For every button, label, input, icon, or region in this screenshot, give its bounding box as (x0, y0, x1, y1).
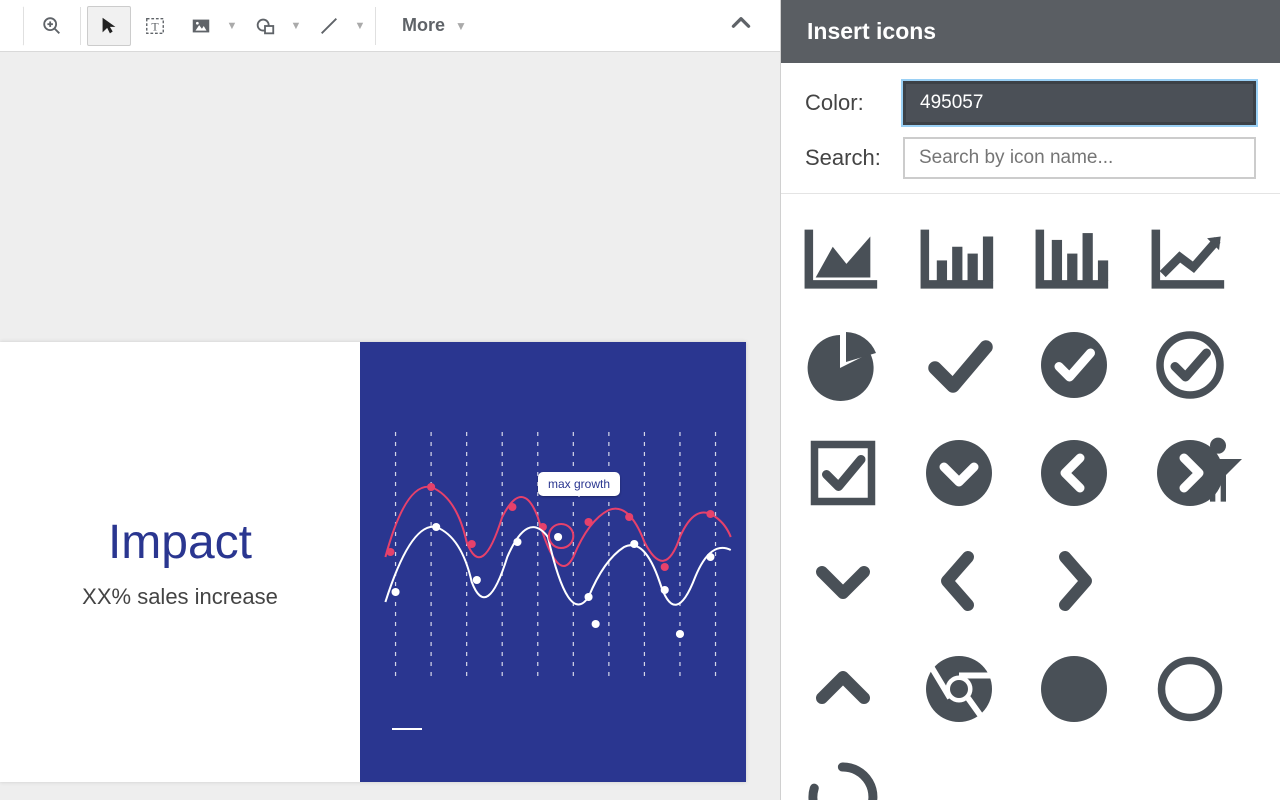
toolbar: T ▼ ▼ ▼ M (0, 0, 780, 52)
select-tool-button[interactable] (87, 6, 131, 46)
chevron-left-circle-icon[interactable] (1030, 438, 1118, 508)
line-tool-button[interactable] (307, 6, 351, 46)
canvas-area[interactable]: Impact XX% sales increase (0, 52, 780, 800)
toolbar-separator (80, 7, 81, 45)
search-input[interactable] (903, 137, 1256, 179)
collapse-toolbar-button[interactable] (728, 10, 754, 41)
shape-icon (254, 15, 276, 37)
chevron-up-icon[interactable] (799, 654, 887, 724)
line-icon (318, 15, 340, 37)
slide-title: Impact (108, 515, 252, 570)
image-icon (190, 15, 212, 37)
bar-chart-icon[interactable] (915, 222, 1003, 292)
more-label: More (402, 15, 445, 36)
slide-subtitle: XX% sales increase (82, 584, 278, 610)
pointer-icon (98, 15, 120, 37)
bar-chart-alt-icon[interactable] (1030, 222, 1118, 292)
toolbar-separator-2 (375, 7, 376, 45)
circle-outline-icon[interactable] (1146, 654, 1234, 724)
shape-tool-button[interactable] (243, 6, 287, 46)
panel-title: Insert icons (781, 0, 1280, 63)
person-arms-icon[interactable] (1174, 436, 1262, 506)
area-chart-icon[interactable] (799, 222, 887, 292)
more-menu-button[interactable]: More ▼ (394, 15, 475, 36)
chevron-right-icon[interactable] (1030, 546, 1118, 616)
check-circle-solid-icon[interactable] (1030, 330, 1118, 400)
check-circle-outline-icon[interactable] (1146, 330, 1234, 400)
zoom-in-button[interactable] (30, 6, 74, 46)
chevron-down-icon: ▼ (455, 19, 467, 33)
toolbar-leftfrag-button[interactable] (6, 6, 24, 46)
checkbox-icon[interactable] (799, 438, 887, 508)
insert-icons-panel: Insert icons Color: Search: (780, 0, 1280, 800)
slide[interactable]: Impact XX% sales increase (0, 342, 746, 782)
svg-text:T: T (151, 19, 159, 33)
color-input[interactable] (903, 81, 1256, 125)
chrome-icon[interactable] (915, 654, 1003, 724)
image-dropdown-caret[interactable]: ▼ (223, 20, 241, 32)
text-box-icon: T (144, 15, 166, 37)
search-label: Search: (805, 145, 883, 171)
chevron-down-icon[interactable] (799, 546, 887, 616)
image-tool-button[interactable] (179, 6, 223, 46)
circle-notch-icon[interactable] (799, 762, 887, 800)
line-chart-up-icon[interactable] (1146, 222, 1234, 292)
chart-legend-line (392, 728, 422, 730)
shape-dropdown-caret[interactable]: ▼ (287, 20, 305, 32)
chevron-down-circle-icon[interactable] (915, 438, 1003, 508)
circle-solid-icon[interactable] (1030, 654, 1118, 724)
chevron-left-icon[interactable] (915, 546, 1003, 616)
icon-grid (781, 194, 1280, 800)
chart-callout: max growth (538, 472, 620, 496)
color-label: Color: (805, 90, 883, 116)
zoom-in-icon (41, 15, 63, 37)
chevron-up-icon (728, 10, 754, 36)
slide-chart: max growth (360, 342, 746, 782)
line-dropdown-caret[interactable]: ▼ (351, 20, 369, 32)
check-icon[interactable] (915, 330, 1003, 400)
pie-chart-icon[interactable] (799, 330, 887, 400)
text-tool-button[interactable]: T (133, 6, 177, 46)
